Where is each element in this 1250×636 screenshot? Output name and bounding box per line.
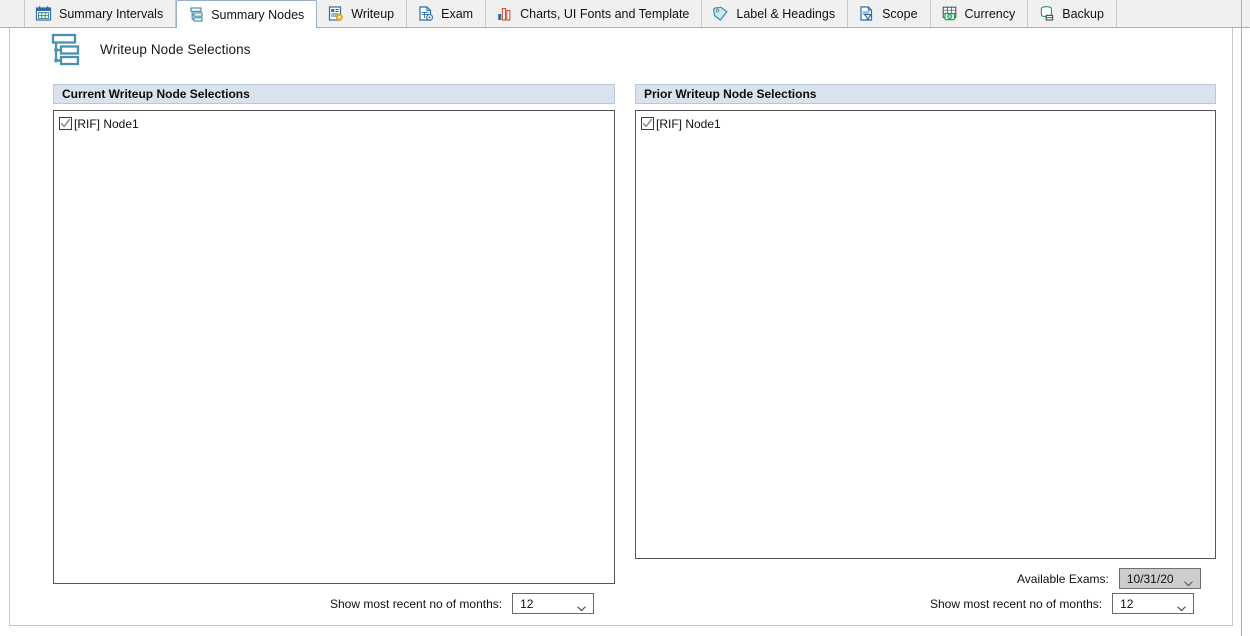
months-right-value: 12: [1120, 597, 1133, 611]
list-item[interactable]: [RIF] Node1: [54, 115, 614, 132]
list-item-label: [RIF] Node1: [74, 117, 139, 131]
list-item-label: [RIF] Node1: [656, 117, 721, 131]
chevron-down-icon: [577, 601, 586, 607]
tab-label-headings[interactable]: Label & Headings: [702, 0, 848, 27]
document-funnel-icon: [858, 5, 875, 22]
hierarchy-icon: [187, 6, 204, 23]
checkbox-checked-icon[interactable]: [641, 117, 654, 130]
months-right-label: Show most recent no of months:: [930, 597, 1102, 611]
tab-label: Summary Intervals: [59, 7, 163, 21]
months-left-value: 12: [520, 597, 533, 611]
panel-title: Prior Writeup Node Selections: [644, 87, 816, 101]
available-exams-value: 10/31/20: [1127, 572, 1174, 586]
months-left-select[interactable]: 12: [512, 593, 594, 614]
tab-label: Label & Headings: [736, 7, 835, 21]
tab-label: Scope: [882, 7, 917, 21]
calendar-icon: [35, 5, 52, 22]
prior-node-list[interactable]: [RIF] Node1: [635, 110, 1216, 559]
tab-backup[interactable]: Backup: [1028, 0, 1117, 27]
months-right-field: Show most recent no of months: 12: [930, 593, 1194, 614]
chevron-down-icon: [1177, 601, 1186, 607]
tab-writeup[interactable]: Writeup: [317, 0, 407, 27]
tab-label: Charts, UI Fonts and Template: [520, 7, 689, 21]
months-left-label: Show most recent no of months:: [330, 597, 502, 611]
tab-scope[interactable]: Scope: [848, 0, 930, 27]
tab-currency[interactable]: Currency: [931, 0, 1029, 27]
months-left-field: Show most recent no of months: 12: [330, 593, 594, 614]
window-right-edge: [1241, 0, 1242, 636]
chevron-down-icon: [1184, 576, 1193, 582]
months-right-select[interactable]: 12: [1112, 593, 1194, 614]
tab-exam[interactable]: Exam: [407, 0, 486, 27]
tab-label: Currency: [965, 7, 1016, 21]
tab-summary-nodes[interactable]: Summary Nodes: [176, 0, 317, 28]
document-settings-icon: [417, 5, 434, 22]
tab-charts-ui-fonts-template[interactable]: Charts, UI Fonts and Template: [486, 0, 702, 27]
tag-icon: [712, 5, 729, 22]
page-title: Writeup Node Selections: [100, 42, 251, 57]
prior-selections-header: Prior Writeup Node Selections: [635, 84, 1216, 104]
document-gear-icon: [327, 5, 344, 22]
tab-label: Exam: [441, 7, 473, 21]
tab-label: Writeup: [351, 7, 394, 21]
available-exams-field: Available Exams: 10/31/20: [1017, 568, 1201, 589]
currency-grid-icon: [941, 5, 958, 22]
hierarchy-icon: [44, 30, 82, 68]
tab-summary-intervals[interactable]: Summary Intervals: [24, 0, 176, 27]
available-exams-label: Available Exams:: [1017, 572, 1109, 586]
tab-label: Backup: [1062, 7, 1104, 21]
bar-chart-icon: [496, 5, 513, 22]
current-node-list[interactable]: [RIF] Node1: [53, 110, 615, 584]
tab-strip: Summary Intervals Summary Nodes: [0, 0, 1250, 28]
list-item[interactable]: [RIF] Node1: [636, 115, 1215, 132]
panel-title: Current Writeup Node Selections: [62, 87, 250, 101]
backup-stack-icon: [1038, 5, 1055, 22]
available-exams-select[interactable]: 10/31/20: [1119, 568, 1201, 589]
current-selections-header: Current Writeup Node Selections: [53, 84, 615, 104]
checkbox-checked-icon[interactable]: [59, 117, 72, 130]
application-window: Summary Intervals Summary Nodes: [0, 0, 1250, 636]
page-header: Writeup Node Selections: [44, 30, 251, 68]
tab-label: Summary Nodes: [211, 8, 304, 22]
